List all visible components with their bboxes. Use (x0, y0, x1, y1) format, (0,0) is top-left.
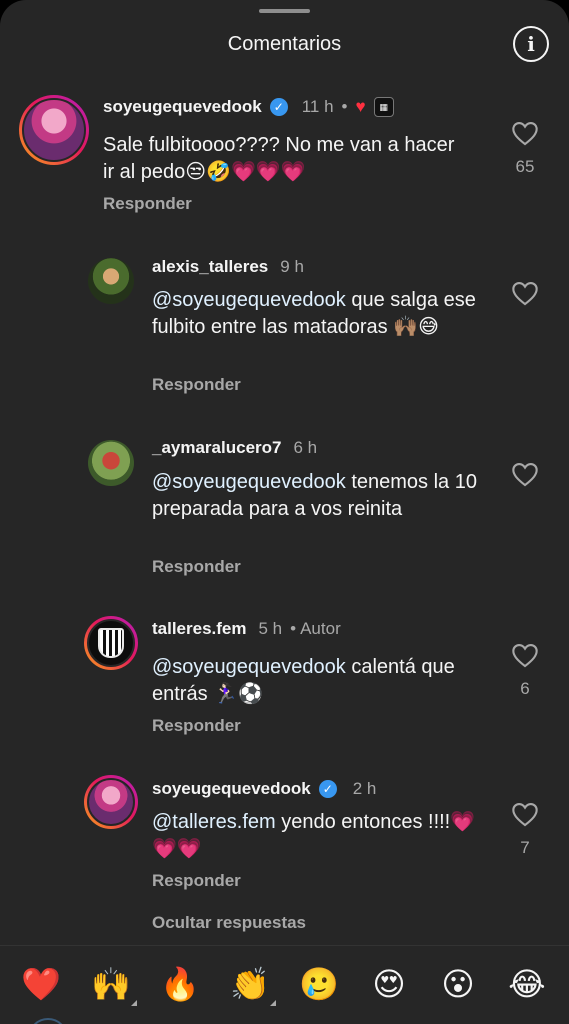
comment-time: 2 h (352, 779, 377, 798)
avatar[interactable] (88, 258, 134, 304)
username[interactable]: _aymaralucero7 (152, 438, 281, 458)
club-crest-icon (98, 628, 124, 658)
verified-badge-icon: ✓ (318, 780, 337, 798)
quick-reaction-bar: ❤️ 🙌 🔥 👏 🥲 😍 😮 😂 (0, 945, 569, 1024)
heart-outline-icon (512, 463, 538, 487)
verified-badge-icon: ✓ (269, 98, 288, 116)
like-count: 6 (520, 679, 530, 698)
username[interactable]: talleres.fem (152, 619, 247, 639)
comment-text: @soyeugequevedook tenemos la 10 preparad… (152, 471, 477, 520)
page-title: Comentarios (227, 33, 342, 55)
comment-time: 11 h (301, 97, 334, 116)
drag-handle[interactable] (259, 9, 310, 13)
comments-sheet: Comentarios i soyeugequevedook ✓ 11 h • … (0, 0, 569, 1024)
like-button[interactable]: 6 (510, 642, 540, 699)
comment-time: 6 h (293, 438, 318, 457)
reply-button[interactable]: Responder (152, 375, 241, 395)
laughing-emoji-button[interactable]: 😂 (505, 964, 549, 1004)
reply-button[interactable]: Responder (103, 194, 192, 214)
heart-eyes-emoji-button[interactable]: 😍 (367, 964, 411, 1004)
separator-dot: • (341, 97, 348, 116)
heart-outline-icon (512, 122, 538, 146)
username[interactable]: soyeugequevedook (152, 779, 311, 799)
separator-dot: • (290, 619, 297, 638)
comment-text: @soyeugequevedook calentá que entrás 🏃🏻‍… (152, 656, 455, 705)
username[interactable]: alexis_talleres (152, 257, 268, 277)
heart-outline-icon (512, 803, 538, 827)
heart-outline-icon (512, 644, 538, 668)
avatar[interactable] (84, 616, 138, 670)
like-button[interactable]: 65 (510, 120, 540, 177)
surprised-emoji-button[interactable]: 😮 (436, 964, 480, 1004)
comment-text: Sale fulbitoooo???? No me van a hacer ir… (103, 134, 455, 183)
avatar[interactable] (88, 440, 134, 486)
mention-link[interactable]: @soyeugequevedook (152, 656, 346, 678)
mention-link[interactable]: @soyeugequevedook (152, 471, 346, 493)
fire-emoji-button[interactable]: 🔥 (158, 964, 202, 1004)
like-button[interactable] (510, 280, 540, 317)
reply-button[interactable]: Responder (152, 871, 241, 891)
creator-avatar-badge-icon: ▦ (373, 97, 394, 117)
tear-smile-emoji-button[interactable]: 🥲 (297, 964, 341, 1004)
like-button[interactable] (510, 461, 540, 498)
comment-text: @soyeugequevedook que salga ese fulbito … (152, 289, 476, 338)
mention-link[interactable]: @talleres.fem (152, 811, 276, 833)
like-count: 65 (515, 157, 535, 176)
author-tag: Autor (300, 619, 341, 638)
raised-hands-emoji-button[interactable]: 🙌 (89, 964, 137, 1006)
comment-time: 9 h (280, 257, 304, 276)
creator-liked-heart-icon: ♥ (355, 97, 366, 116)
clapping-emoji-button[interactable]: 👏 (228, 964, 276, 1006)
skin-tone-indicator-icon (131, 1000, 137, 1006)
like-count: 7 (520, 838, 530, 857)
mention-link[interactable]: @soyeugequevedook (152, 289, 346, 311)
hide-replies-button[interactable]: Ocultar respuestas (152, 913, 306, 933)
reply-button[interactable]: Responder (152, 557, 241, 577)
reply-button[interactable]: Responder (152, 716, 241, 736)
info-icon[interactable]: i (513, 26, 549, 62)
comment-text: @talleres.fem yendo entonces !!!!💗💗💗 (152, 811, 476, 860)
skin-tone-indicator-icon (270, 1000, 276, 1006)
like-button[interactable]: 7 (510, 801, 540, 858)
avatar[interactable] (84, 775, 138, 829)
heart-emoji-button[interactable]: ❤️ (19, 964, 63, 1004)
comment-time: 5 h (258, 619, 283, 638)
avatar[interactable] (19, 95, 89, 165)
heart-outline-icon (512, 282, 538, 306)
username[interactable]: soyeugequevedook (103, 97, 262, 117)
